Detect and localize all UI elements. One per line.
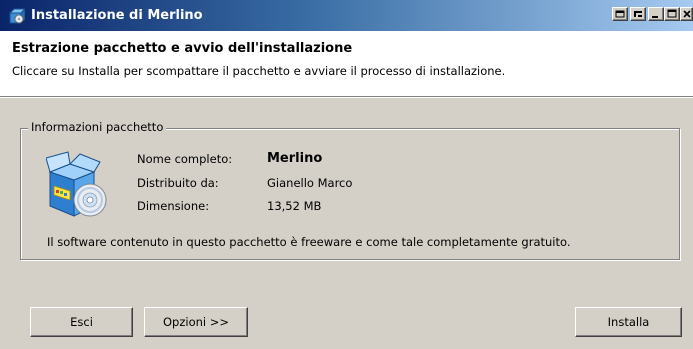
exit-button[interactable]: Esci [30,307,133,337]
package-description: Il software contenuto in questo pacchett… [47,235,571,249]
value-size: 13,52 MB [267,199,322,213]
header-subtitle: Cliccare su Installa per scompattare il … [12,64,506,78]
label-full-name: Nome completo: [137,152,233,166]
minimize-icon[interactable] [648,7,664,21]
group-title: Informazioni pacchetto [28,120,167,134]
options-button[interactable]: Opzioni >> [144,307,248,337]
label-distributed-by: Distribuito da: [137,176,219,190]
value-full-name: Merlino [267,151,323,166]
wizard-header: Estrazione pacchetto e avvio dell'instal… [0,31,693,96]
window-title: Installazione di Merlino [31,8,203,23]
pin-icon[interactable] [630,7,646,21]
label-size: Dimensione: [137,199,210,213]
installer-box-icon[interactable] [8,7,25,24]
title-bar[interactable]: Installazione di Merlino [0,0,693,31]
install-button[interactable]: Installa [575,307,682,337]
close-icon[interactable] [680,7,693,21]
restore-icon[interactable] [612,7,628,21]
header-title: Estrazione pacchetto e avvio dell'instal… [12,41,353,56]
header-separator [0,96,693,98]
installer-window: Installazione di Merlino Estrazione pacc… [0,0,693,349]
software-package-cd-icon [46,151,107,217]
value-distributed-by: Gianello Marco [267,176,353,190]
maximize-icon[interactable] [664,7,680,21]
